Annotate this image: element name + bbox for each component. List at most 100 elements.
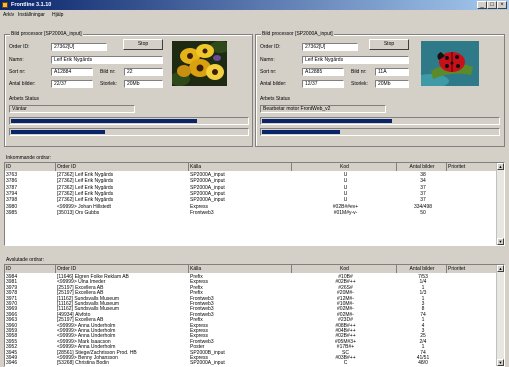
vertical-scrollbar[interactable]: ▲ ▼ <box>496 265 504 366</box>
column-header-id[interactable]: ID <box>5 265 56 273</box>
cell-image-count: 37 <box>420 184 426 191</box>
progress-bar-secondary <box>9 128 249 136</box>
table-row[interactable]: 3763 [27362] Leif Erik Nygårds SP2000A_inp… <box>5 172 499 178</box>
order-id-field[interactable]: 27362[U] <box>302 43 358 51</box>
column-header-id[interactable]: ID <box>5 163 56 171</box>
table-header: ID Order ID Källa Kod Antal bilder Prioritet <box>5 265 498 273</box>
progress-bar-primary <box>9 117 249 125</box>
image-no-field[interactable]: 11A <box>375 68 409 76</box>
count-label: Antal bilder: <box>9 81 36 87</box>
sort-label: Sort nr: <box>9 69 26 75</box>
column-header-order-id[interactable]: Order ID <box>56 163 189 171</box>
order-id-field[interactable]: 27362[U] <box>51 43 107 51</box>
size-label: Storlek: <box>351 81 368 87</box>
stop-button[interactable]: Stop <box>369 39 409 50</box>
cell-priority: 2 <box>447 178 501 184</box>
menu-arkiv[interactable]: Arkiv <box>3 12 14 18</box>
column-header-source[interactable]: Källa <box>189 265 292 273</box>
cell-image-count: 50 <box>420 209 426 216</box>
name-label: Namn: <box>260 57 275 63</box>
vertical-scrollbar[interactable]: ▲ ▼ <box>496 163 504 245</box>
cell-priority: 2 <box>447 197 501 203</box>
image-no-label: Bild nr: <box>351 69 367 75</box>
progress-fill <box>11 119 198 123</box>
size-field[interactable]: 20Mb <box>375 80 409 88</box>
flowers-photo <box>172 41 227 86</box>
scroll-down-arrow[interactable]: ▼ <box>497 238 504 245</box>
cell-order-id: [27362] Leif Erik Nygårds <box>57 184 114 191</box>
cell-code: U <box>343 184 348 191</box>
table-row[interactable]: 3980 <99999> Johan Hillstedt Express #02B##… <box>5 203 499 210</box>
panel-legend: Bild processor [SP2000A_input] <box>261 31 334 37</box>
table-row[interactable]: 3798 [27362] Leif Erik Nygårds SP2000A_inp… <box>5 197 499 204</box>
scroll-up-arrow[interactable]: ▲ <box>497 163 504 170</box>
cell-id: 3985 <box>6 209 18 216</box>
progress-bar-primary <box>260 117 500 125</box>
name-field[interactable]: Leif Erik Nygårds <box>51 56 163 64</box>
title-bar: Frontline 3.1.10 _ □ × <box>0 0 509 10</box>
count-label: Antal bilder: <box>260 81 287 87</box>
cell-order-id: [35013] Örs Gubbs <box>57 209 100 216</box>
incoming-orders-title: Inkommande ordrar: <box>6 155 52 161</box>
cell-code: #01M#y-v- <box>333 209 358 216</box>
stop-button[interactable]: Stop <box>123 39 163 50</box>
table-row[interactable]: 3787 [27362] Leif Erik Nygårds SP2000A_inp… <box>5 184 499 191</box>
cell-source: SP2000A_input <box>190 172 225 178</box>
column-header-code[interactable]: Kod <box>292 265 397 273</box>
name-field[interactable]: Leif Erik Nygårds <box>302 56 409 64</box>
cell-source: SP2000A_input <box>190 184 225 191</box>
cell-id: 3786 <box>6 178 18 185</box>
size-field[interactable]: 20Mb <box>124 80 163 88</box>
scroll-down-arrow[interactable]: ▼ <box>497 359 504 366</box>
cell-source: SP2000A_input <box>190 190 225 197</box>
cell-code: #02B##ev+ <box>332 203 359 210</box>
cell-image-count: 38 <box>420 172 426 178</box>
cell-id: 3798 <box>6 197 18 204</box>
menu-installningar[interactable]: Inställningar <box>18 12 45 18</box>
column-header-priority[interactable]: Prioritet <box>447 163 498 171</box>
cell-order-id: [27362] Leif Erik Nygårds <box>57 197 114 204</box>
progress-fill <box>262 119 392 123</box>
cell-code: U <box>343 178 348 185</box>
name-label: Namn: <box>9 57 24 63</box>
minimize-button[interactable]: _ <box>477 1 487 9</box>
order-id-label: Order ID: <box>260 44 281 50</box>
incoming-orders-table: ID Order ID Källa Kod Antal bilder Prioritet … <box>4 162 505 246</box>
app-icon <box>2 2 8 8</box>
status-field: Bearbetar motor FrontWeb_v2 <box>260 105 386 113</box>
menu-hjalp[interactable]: Hjälp <box>52 12 63 18</box>
column-header-image-count[interactable]: Antal bilder <box>397 265 447 273</box>
status-field: Väntar <box>9 105 135 113</box>
order-id-label: Order ID: <box>9 44 30 50</box>
cell-image-count: 37 <box>420 197 426 204</box>
menu-bar: Arkiv Inställningar Hjälp <box>0 10 509 19</box>
scroll-up-arrow[interactable]: ▲ <box>497 265 504 272</box>
cell-priority: 2 <box>447 191 501 197</box>
column-header-image-count[interactable]: Antal bilder <box>397 163 447 171</box>
table-row[interactable]: 3794 [27362] Leif Erik Nygårds SP2000A_inp… <box>5 190 499 197</box>
status-label: Arbets Status <box>9 96 40 102</box>
column-header-priority[interactable]: Prioritet <box>447 265 498 273</box>
maximize-button[interactable]: □ <box>487 1 497 9</box>
progress-fill <box>262 130 340 134</box>
close-button[interactable]: × <box>497 1 507 9</box>
table-row[interactable]: 3786 [27362] Leif Erik Nygårds SP2000A_inp… <box>5 178 499 185</box>
table-row[interactable]: 3985 [35013] Örs Gubbs Frontweb3 #01M#y-v- 5… <box>5 209 499 216</box>
column-header-order-id[interactable]: Order ID <box>56 265 189 273</box>
count-field[interactable]: 12/37 <box>302 80 344 88</box>
image-processor-panel-2: Bild processor [SP2000A_input] Order ID:… <box>255 31 505 147</box>
column-header-code[interactable]: Kod <box>292 163 397 171</box>
sort-field[interactable]: A12884 <box>51 68 93 76</box>
cell-source: SP2000A_input <box>190 178 225 185</box>
progress-bar-secondary <box>260 128 500 136</box>
column-header-source[interactable]: Källa <box>189 163 292 171</box>
cell-order-id: <99999> Johan Hillstedt <box>57 203 111 210</box>
cell-image-count: 34 <box>420 178 426 185</box>
size-label: Storlek: <box>100 81 117 87</box>
image-no-field[interactable]: 22 <box>124 68 163 76</box>
count-field[interactable]: 22/37 <box>51 80 93 88</box>
table-header: ID Order ID Källa Kod Antal bilder Prioritet <box>5 163 498 171</box>
sort-field[interactable]: A12885 <box>302 68 344 76</box>
cell-code: U <box>343 172 348 178</box>
image-no-label: Bild nr: <box>100 69 116 75</box>
